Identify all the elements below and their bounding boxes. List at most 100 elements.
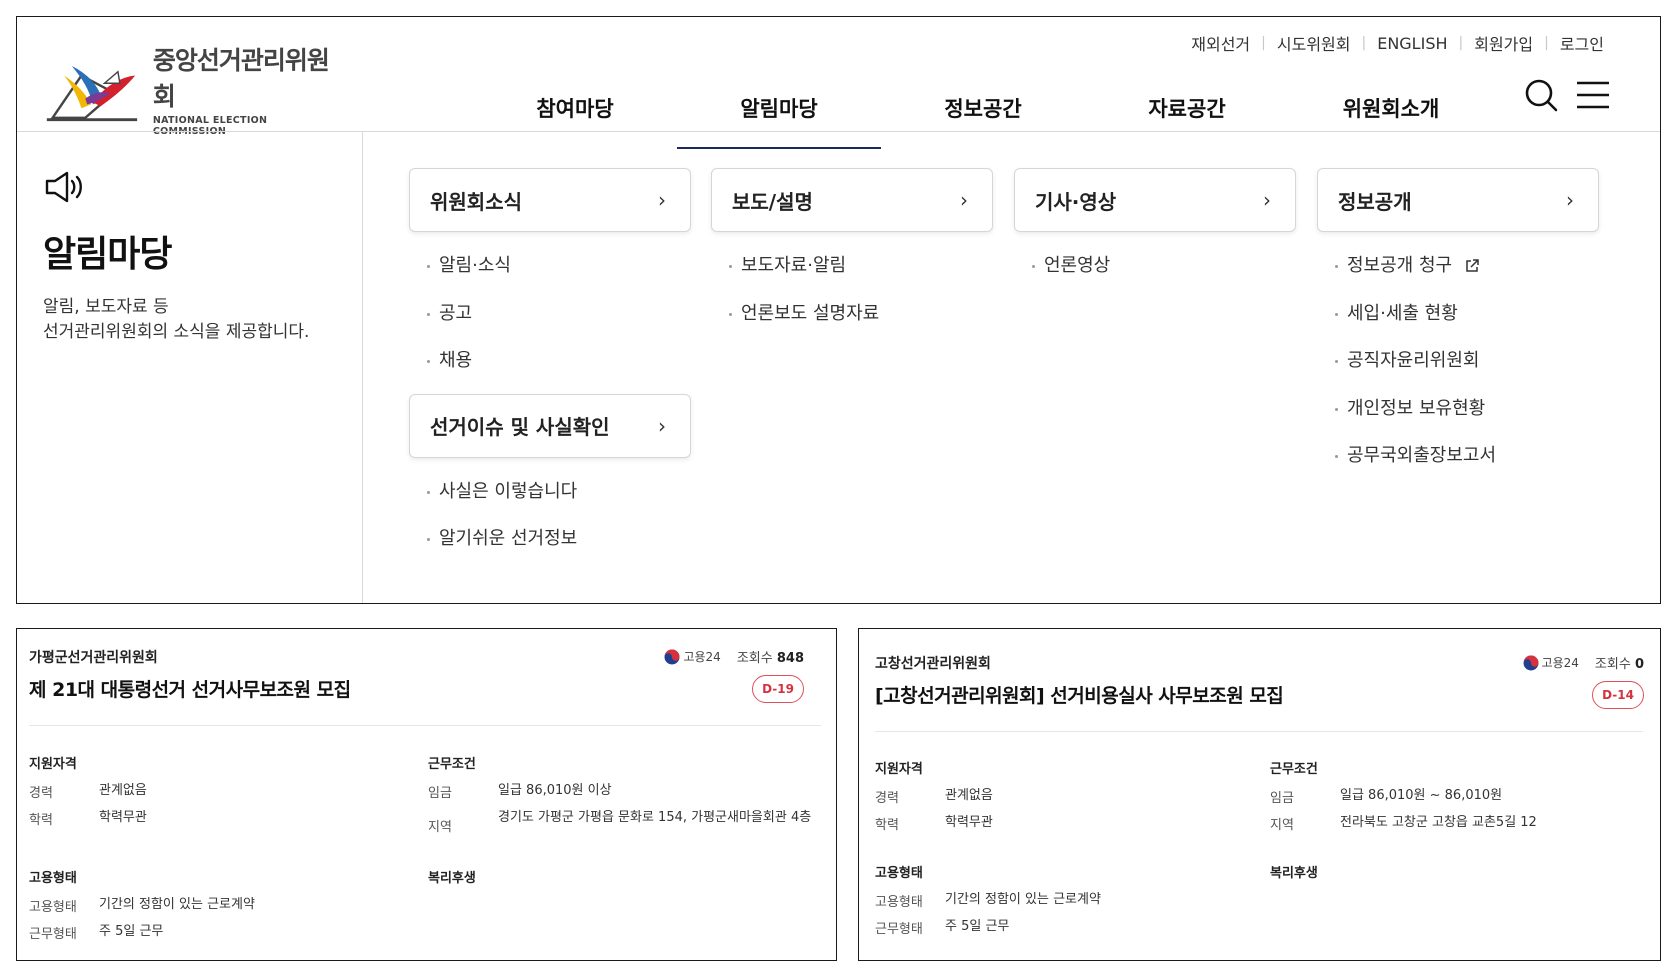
job-meta: 고용24 조회수 0	[1523, 653, 1644, 672]
sub-menu-list: 알림·소식 공고 채용	[409, 232, 691, 385]
gnb-item-participation[interactable]: 참여마당	[473, 73, 677, 149]
field-label: 지역	[428, 820, 452, 835]
qualification-heading: 지원자격	[29, 757, 77, 772]
field-value: 학력무관	[99, 810, 147, 825]
menu-button[interactable]	[1571, 75, 1615, 115]
gnb-item-info[interactable]: 정보공간	[881, 73, 1085, 149]
utility-separator: |	[1261, 35, 1266, 51]
sub-menu-item[interactable]: 언론영상	[1032, 242, 1296, 290]
field-label: 학력	[29, 813, 53, 828]
education-row: 학력 학력무관	[29, 809, 147, 828]
job-views-count: 0	[1634, 657, 1644, 672]
utility-link-signup[interactable]: 회원가입	[1474, 31, 1533, 55]
utility-link-overseas[interactable]: 재외선거	[1191, 31, 1250, 55]
job-views-label: 조회수	[1594, 657, 1631, 672]
category-label: 보도/설명	[732, 189, 813, 214]
job-source: 고용24	[1541, 656, 1579, 670]
job-title[interactable]: 제 21대 대통령선거 선거사무보조원 모집	[29, 675, 351, 702]
field-label: 근무형태	[875, 922, 923, 937]
area-row: 지역 전라북도 고창군 고창읍 교촌5길 12	[1270, 814, 1537, 833]
taegeuk-icon	[1523, 655, 1539, 670]
job-org-name: 가평군선거관리위원회	[29, 650, 158, 666]
work-type-row: 근무형태 주 5일 근무	[875, 918, 1009, 937]
field-label: 임금	[428, 786, 452, 801]
field-value: 주 5일 근무	[945, 919, 1010, 934]
sub-menu-item[interactable]: 보도자료·알림	[729, 242, 993, 290]
utility-nav: 재외선거 | 시도위원회 | ENGLISH | 회원가입 | 로그인	[1191, 31, 1604, 55]
pay-row: 임금 일급 86,010원 이상	[428, 782, 612, 801]
category-column-4: 정보공개 › 정보공개 청구 세입·세출 현황 공직자윤리위원회 개인정보 보유…	[1317, 168, 1599, 480]
nec-emblem-icon	[46, 65, 138, 122]
career-row: 경력 관계없음	[29, 782, 147, 801]
welfare-heading: 복리후생	[428, 871, 476, 886]
section-description-line1: 알림, 보도자료 등	[43, 297, 169, 317]
speaker-icon	[45, 171, 82, 203]
section-intro: 알림마당 알림, 보도자료 등 선거관리위원회의 소식을 제공합니다.	[43, 169, 343, 345]
sub-menu-item[interactable]: 채용	[427, 337, 691, 385]
field-value: 관계없음	[945, 788, 993, 803]
sub-menu-list: 언론영상	[1014, 232, 1296, 290]
utility-link-login[interactable]: 로그인	[1560, 31, 1604, 55]
chevron-right-icon: ›	[658, 413, 666, 438]
employment-type-row: 고용형태 기간의 정함이 있는 근로계약	[875, 891, 1101, 910]
sub-menu-item[interactable]: 알림·소식	[427, 242, 691, 290]
career-row: 경력 관계없음	[875, 787, 993, 806]
section-description: 알림, 보도자료 등 선거관리위원회의 소식을 제공합니다.	[43, 295, 343, 345]
sub-menu-item[interactable]: 언론보도 설명자료	[729, 290, 993, 338]
search-icon	[1525, 79, 1558, 112]
job-views: 조회수 848	[737, 647, 804, 666]
sub-menu-item[interactable]: 공직자윤리위원회	[1335, 337, 1599, 385]
gnb-item-notice[interactable]: 알림마당	[677, 73, 881, 149]
field-value: 관계없음	[99, 783, 147, 798]
category-election-issues[interactable]: 선거이슈 및 사실확인 ›	[409, 393, 691, 458]
taegeuk-icon	[664, 649, 680, 664]
job-card[interactable]: 가평군선거관리위원회 고용24 조회수 848 제 21대 대통령선거 선거사무…	[16, 628, 837, 961]
sub-menu-item[interactable]: 개인정보 보유현황	[1335, 385, 1599, 433]
sub-menu-item[interactable]: 세입·세출 현황	[1335, 290, 1599, 338]
card-divider	[29, 725, 821, 726]
sub-menu-item[interactable]: 공고	[427, 290, 691, 338]
logo-text: 중앙선거관리위원회 NATIONAL ELECTION COMMISSION	[153, 41, 343, 137]
field-label: 고용형태	[29, 900, 77, 915]
job-views: 조회수 0	[1595, 653, 1644, 672]
utility-link-regional[interactable]: 시도위원회	[1277, 31, 1351, 55]
site-logo[interactable]: 중앙선거관리위원회 NATIONAL ELECTION COMMISSION	[43, 46, 343, 137]
category-committee-news[interactable]: 위원회소식 ›	[409, 168, 691, 232]
category-press[interactable]: 보도/설명 ›	[711, 168, 993, 232]
category-label: 선거이슈 및 사실확인	[430, 415, 610, 439]
logo-name-ko: 중앙선거관리위원회	[152, 46, 330, 111]
sub-menu-item[interactable]: 알기쉬운 선거정보	[427, 515, 691, 563]
chevron-right-icon: ›	[1263, 188, 1271, 212]
conditions-heading: 근무조건	[1270, 762, 1318, 777]
category-articles-video[interactable]: 기사·영상 ›	[1014, 168, 1296, 232]
field-value: 주 5일 근무	[99, 924, 164, 939]
job-org-name: 고창선거관리위원회	[875, 656, 991, 672]
logo-name-en: NATIONAL ELECTION COMMISSION	[152, 115, 268, 137]
gnb-item-data[interactable]: 자료공간	[1085, 73, 1289, 149]
field-label: 지역	[1270, 818, 1294, 833]
gnb-item-about[interactable]: 위원회소개	[1289, 73, 1493, 149]
area-row: 지역 경기도 가평군 가평읍 문화로 154, 가평군새마을회관 4층	[428, 809, 818, 835]
employment-heading: 고용형태	[29, 871, 77, 886]
utility-link-english[interactable]: ENGLISH	[1377, 34, 1447, 53]
chevron-right-icon: ›	[658, 188, 666, 212]
field-label: 근무형태	[29, 927, 77, 942]
sub-menu-item[interactable]: 사실은 이렇습니다	[427, 468, 691, 516]
job-card[interactable]: 고창선거관리위원회 고용24 조회수 0 [고창선거관리위원회] 선거비용실사 …	[858, 628, 1661, 961]
section-title: 알림마당	[43, 234, 172, 275]
field-value: 전라북도 고창군 고창읍 교촌5길 12	[1340, 815, 1537, 830]
utility-separator: |	[1458, 35, 1464, 51]
field-value: 학력무관	[945, 815, 993, 830]
field-value: 기간의 정함이 있는 근로계약	[945, 892, 1101, 907]
sub-menu-list: 보도자료·알림 언론보도 설명자료	[711, 232, 993, 337]
field-value: 기간의 정함이 있는 근로계약	[99, 897, 255, 912]
job-title[interactable]: [고창선거관리위원회] 선거비용실사 사무보조원 모집	[875, 681, 1284, 708]
field-value: 경기도 가평군 가평읍 문화로 154, 가평군새마을회관 4층	[498, 810, 812, 825]
category-column-3: 기사·영상 › 언론영상	[1014, 168, 1296, 290]
utility-separator: |	[1361, 35, 1367, 51]
sub-menu-item[interactable]: 공무국외출장보고서	[1335, 432, 1599, 480]
sub-menu-item-disclosure-request[interactable]: 정보공개 청구	[1335, 242, 1599, 290]
search-button[interactable]	[1522, 75, 1562, 115]
sub-menu-item-label: 정보공개 청구	[1347, 255, 1453, 276]
category-disclosure[interactable]: 정보공개 ›	[1317, 168, 1599, 232]
